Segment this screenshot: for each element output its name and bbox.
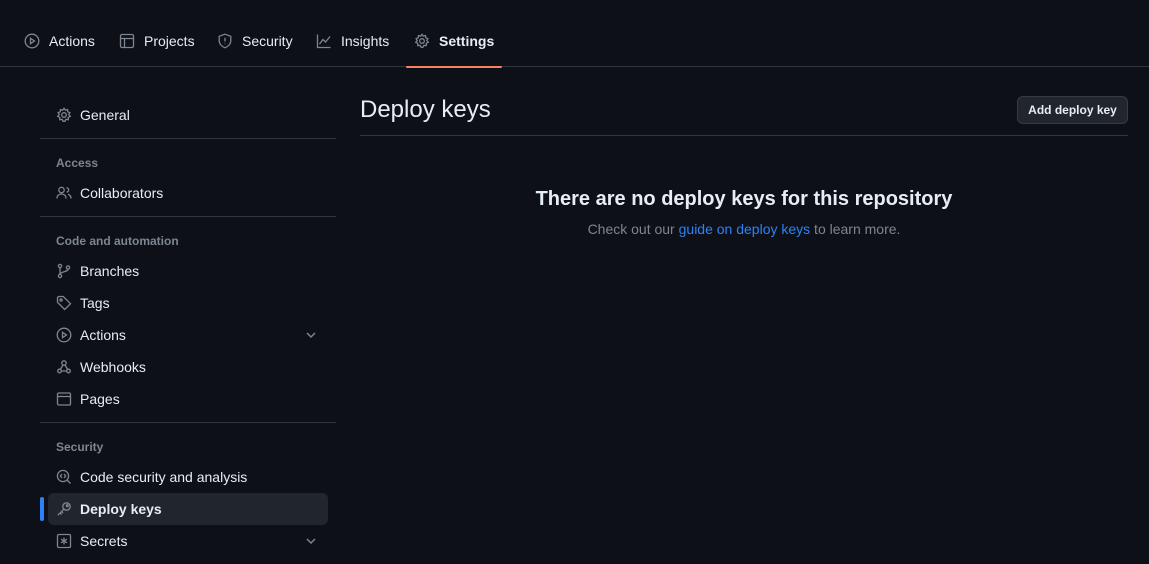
add-deploy-key-button[interactable]: Add deploy key bbox=[1017, 96, 1128, 124]
sidebar-item-label: Deploy keys bbox=[80, 501, 162, 517]
divider bbox=[360, 135, 1128, 136]
sidebar-item-actions[interactable]: Actions bbox=[48, 319, 328, 351]
key-icon bbox=[57, 502, 71, 516]
sidebar-item-label: Secrets bbox=[80, 533, 128, 549]
blankslate-prefix: Check out our bbox=[587, 221, 679, 237]
tab-projects[interactable]: Projects bbox=[119, 20, 195, 67]
tab-insights[interactable]: Insights bbox=[316, 20, 389, 67]
sidebar-item-label: Webhooks bbox=[80, 359, 146, 375]
sidebar-item-code-security[interactable]: Code security and analysis bbox=[48, 461, 328, 493]
sidebar-item-branches[interactable]: Branches bbox=[48, 255, 328, 287]
codescan-icon bbox=[56, 469, 71, 484]
chevron-down-icon[interactable] bbox=[304, 328, 318, 342]
gear-icon bbox=[56, 107, 72, 122]
tab-label: Projects bbox=[144, 33, 195, 49]
blankslate-suffix: to learn more. bbox=[810, 221, 901, 237]
sidebar-item-label: Branches bbox=[80, 263, 140, 279]
sidebar-item-tags[interactable]: Tags bbox=[48, 287, 328, 319]
tab-settings[interactable]: Settings bbox=[405, 20, 503, 68]
repo-nav: Actions Projects Security Insights Setti… bbox=[0, 0, 1149, 68]
webhook-icon bbox=[57, 360, 71, 374]
play-icon bbox=[56, 327, 72, 343]
guide-link[interactable]: guide on deploy keys bbox=[679, 221, 811, 237]
blankslate-description: Check out our guide on deploy keys to le… bbox=[360, 221, 1128, 237]
sidebar-item-label: Actions bbox=[80, 327, 126, 343]
sidebar-item-label: Tags bbox=[80, 295, 110, 311]
tab-label: Security bbox=[242, 33, 293, 49]
gear-icon bbox=[414, 33, 430, 48]
shield-icon bbox=[218, 33, 232, 49]
divider bbox=[40, 138, 336, 139]
tab-actions[interactable]: Actions bbox=[24, 20, 95, 67]
sidebar-heading-code-automation: Code and automation bbox=[56, 234, 179, 248]
asterisk-icon bbox=[56, 533, 72, 549]
sidebar-item-secrets[interactable]: Secrets bbox=[48, 525, 328, 557]
sidebar-item-label: Collaborators bbox=[80, 185, 164, 201]
sidebar-item-label: Code security and analysis bbox=[80, 469, 248, 485]
browser-icon bbox=[56, 392, 72, 406]
sidebar-item-general[interactable]: General bbox=[48, 99, 328, 131]
table-icon bbox=[119, 33, 135, 49]
sidebar-item-webhooks[interactable]: Webhooks bbox=[48, 351, 328, 383]
tab-label: Insights bbox=[341, 33, 390, 49]
tab-label: Settings bbox=[439, 33, 495, 49]
chevron-down-icon[interactable] bbox=[304, 534, 318, 548]
selected-indicator bbox=[40, 497, 44, 521]
sidebar-item-label: Pages bbox=[80, 391, 120, 407]
divider bbox=[40, 422, 336, 423]
divider bbox=[40, 216, 336, 217]
sidebar-heading-access: Access bbox=[56, 156, 99, 170]
branch-icon bbox=[57, 263, 71, 279]
tab-label: Actions bbox=[49, 33, 95, 49]
sidebar-item-collaborators[interactable]: Collaborators bbox=[48, 177, 328, 209]
sidebar-item-pages[interactable]: Pages bbox=[48, 383, 328, 415]
graph-icon bbox=[316, 34, 331, 49]
blankslate-heading: There are no deploy keys for this reposi… bbox=[535, 188, 953, 210]
tab-security[interactable]: Security bbox=[217, 20, 293, 67]
sidebar-item-deploy-keys[interactable]: Deploy keys bbox=[48, 493, 328, 525]
people-icon bbox=[56, 186, 72, 199]
sidebar-heading-security: Security bbox=[56, 440, 104, 454]
page-title: Deploy keys bbox=[360, 96, 491, 123]
sidebar-item-label: General bbox=[80, 107, 130, 123]
play-icon bbox=[24, 33, 40, 49]
tag-icon bbox=[56, 295, 72, 311]
